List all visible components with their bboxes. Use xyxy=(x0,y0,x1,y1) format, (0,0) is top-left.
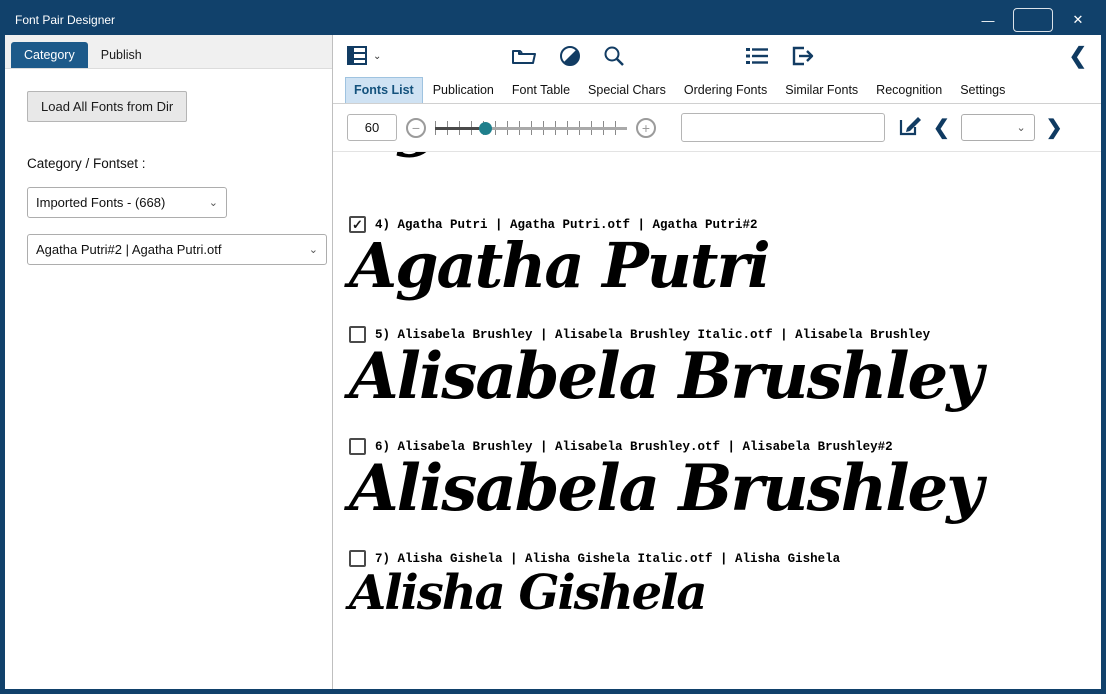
tab-publication[interactable]: Publication xyxy=(425,78,502,103)
font-label: 7) Alisha Gishela | Alisha Gishela Itali… xyxy=(375,551,841,566)
fontset-label: Category / Fontset : xyxy=(27,156,146,171)
view-mode-dropdown-chevron[interactable]: ⌄ xyxy=(373,51,381,62)
tab-font-table[interactable]: Font Table xyxy=(504,78,578,103)
clipped-font-preview: Agatha Putri xyxy=(349,152,1101,188)
page-select[interactable]: ⌄ xyxy=(960,114,1035,141)
font-size-slider[interactable] xyxy=(435,115,627,141)
collapse-panel-chevron-icon[interactable]: ❮ xyxy=(1069,45,1087,67)
list-details-icon[interactable] xyxy=(745,46,769,66)
slider-track xyxy=(435,126,627,130)
tab-similar-fonts[interactable]: Similar Fonts xyxy=(777,78,866,103)
main-tabbar: Fonts List Publication Font Table Specia… xyxy=(333,77,1101,104)
font-list-item: 5) Alisabela Brushley | Alisabela Brushl… xyxy=(349,326,1101,410)
font-list-item: 7) Alisha Gishela | Alisha Gishela Itali… xyxy=(349,550,1101,620)
font-list-item: ✓ 4) Agatha Putri | Agatha Putri.otf | A… xyxy=(349,216,1101,298)
tab-ordering-fonts[interactable]: Ordering Fonts xyxy=(676,78,775,103)
fonts-list: Agatha Putri ✓ 4) Agatha Putri | Agatha … xyxy=(333,151,1101,689)
decrease-size-button[interactable]: − xyxy=(406,117,426,138)
export-icon[interactable] xyxy=(791,46,815,66)
edit-text-icon[interactable] xyxy=(898,115,922,140)
slider-thumb[interactable] xyxy=(479,121,493,135)
main-toolbar: ⌄ ❮ xyxy=(333,35,1101,77)
font-preview[interactable]: Alisabela Brushley xyxy=(349,343,1101,410)
tab-publish[interactable]: Publish xyxy=(88,42,155,68)
chevron-down-icon: ⌄ xyxy=(208,197,218,209)
search-icon[interactable] xyxy=(603,45,625,67)
font-list-item: 6) Alisabela Brushley | Alisabela Brushl… xyxy=(349,438,1101,522)
font-size-input[interactable] xyxy=(347,114,397,141)
next-page-chevron-icon[interactable]: ❯ xyxy=(1044,118,1065,138)
font-size-controls: − + ❮ ⌄ ❯ xyxy=(333,104,1101,151)
category-select[interactable]: Imported Fonts - (668) ⌄ xyxy=(27,187,227,218)
minimize-button[interactable]: — xyxy=(965,5,1011,35)
chevron-down-icon: ⌄ xyxy=(1016,122,1026,134)
increase-size-button[interactable]: + xyxy=(636,117,656,138)
window-title: Font Pair Designer xyxy=(15,13,116,27)
font-preview[interactable]: Alisha Gishela xyxy=(349,567,1101,620)
tab-category[interactable]: Category xyxy=(11,42,88,68)
search-text-input[interactable] xyxy=(681,113,885,142)
category-select-value: Imported Fonts - (668) xyxy=(36,195,166,210)
main-panel: ⌄ ❮ Fonts List Publication Font Table Sp… xyxy=(333,35,1101,689)
load-all-fonts-button[interactable]: Load All Fonts from Dir xyxy=(27,91,188,122)
open-folder-icon[interactable] xyxy=(511,46,537,66)
contrast-icon[interactable] xyxy=(559,45,581,67)
tab-settings[interactable]: Settings xyxy=(952,78,1013,103)
close-button[interactable]: ✕ xyxy=(1055,5,1101,35)
tab-fonts-list[interactable]: Fonts List xyxy=(345,77,423,103)
view-mode-icon[interactable] xyxy=(347,46,369,66)
font-select[interactable]: Agatha Putri#2 | Agatha Putri.otf ⌄ xyxy=(27,234,327,265)
sidebar: Category Publish Load All Fonts from Dir… xyxy=(5,35,333,689)
chevron-down-icon: ⌄ xyxy=(308,244,318,256)
titlebar: Font Pair Designer — ✕ xyxy=(5,5,1101,35)
app-window: Font Pair Designer — ✕ Category Publish … xyxy=(0,0,1106,694)
maximize-button[interactable] xyxy=(1013,8,1053,32)
sidebar-tabbar: Category Publish xyxy=(5,35,332,69)
prev-page-chevron-icon[interactable]: ❮ xyxy=(931,118,952,138)
tab-special-chars[interactable]: Special Chars xyxy=(580,78,674,103)
tab-recognition[interactable]: Recognition xyxy=(868,78,950,103)
font-preview[interactable]: Alisabela Brushley xyxy=(349,455,1101,522)
font-select-value: Agatha Putri#2 | Agatha Putri.otf xyxy=(36,242,222,257)
font-preview[interactable]: Agatha Putri xyxy=(349,233,1101,298)
window-controls: — ✕ xyxy=(965,5,1101,35)
